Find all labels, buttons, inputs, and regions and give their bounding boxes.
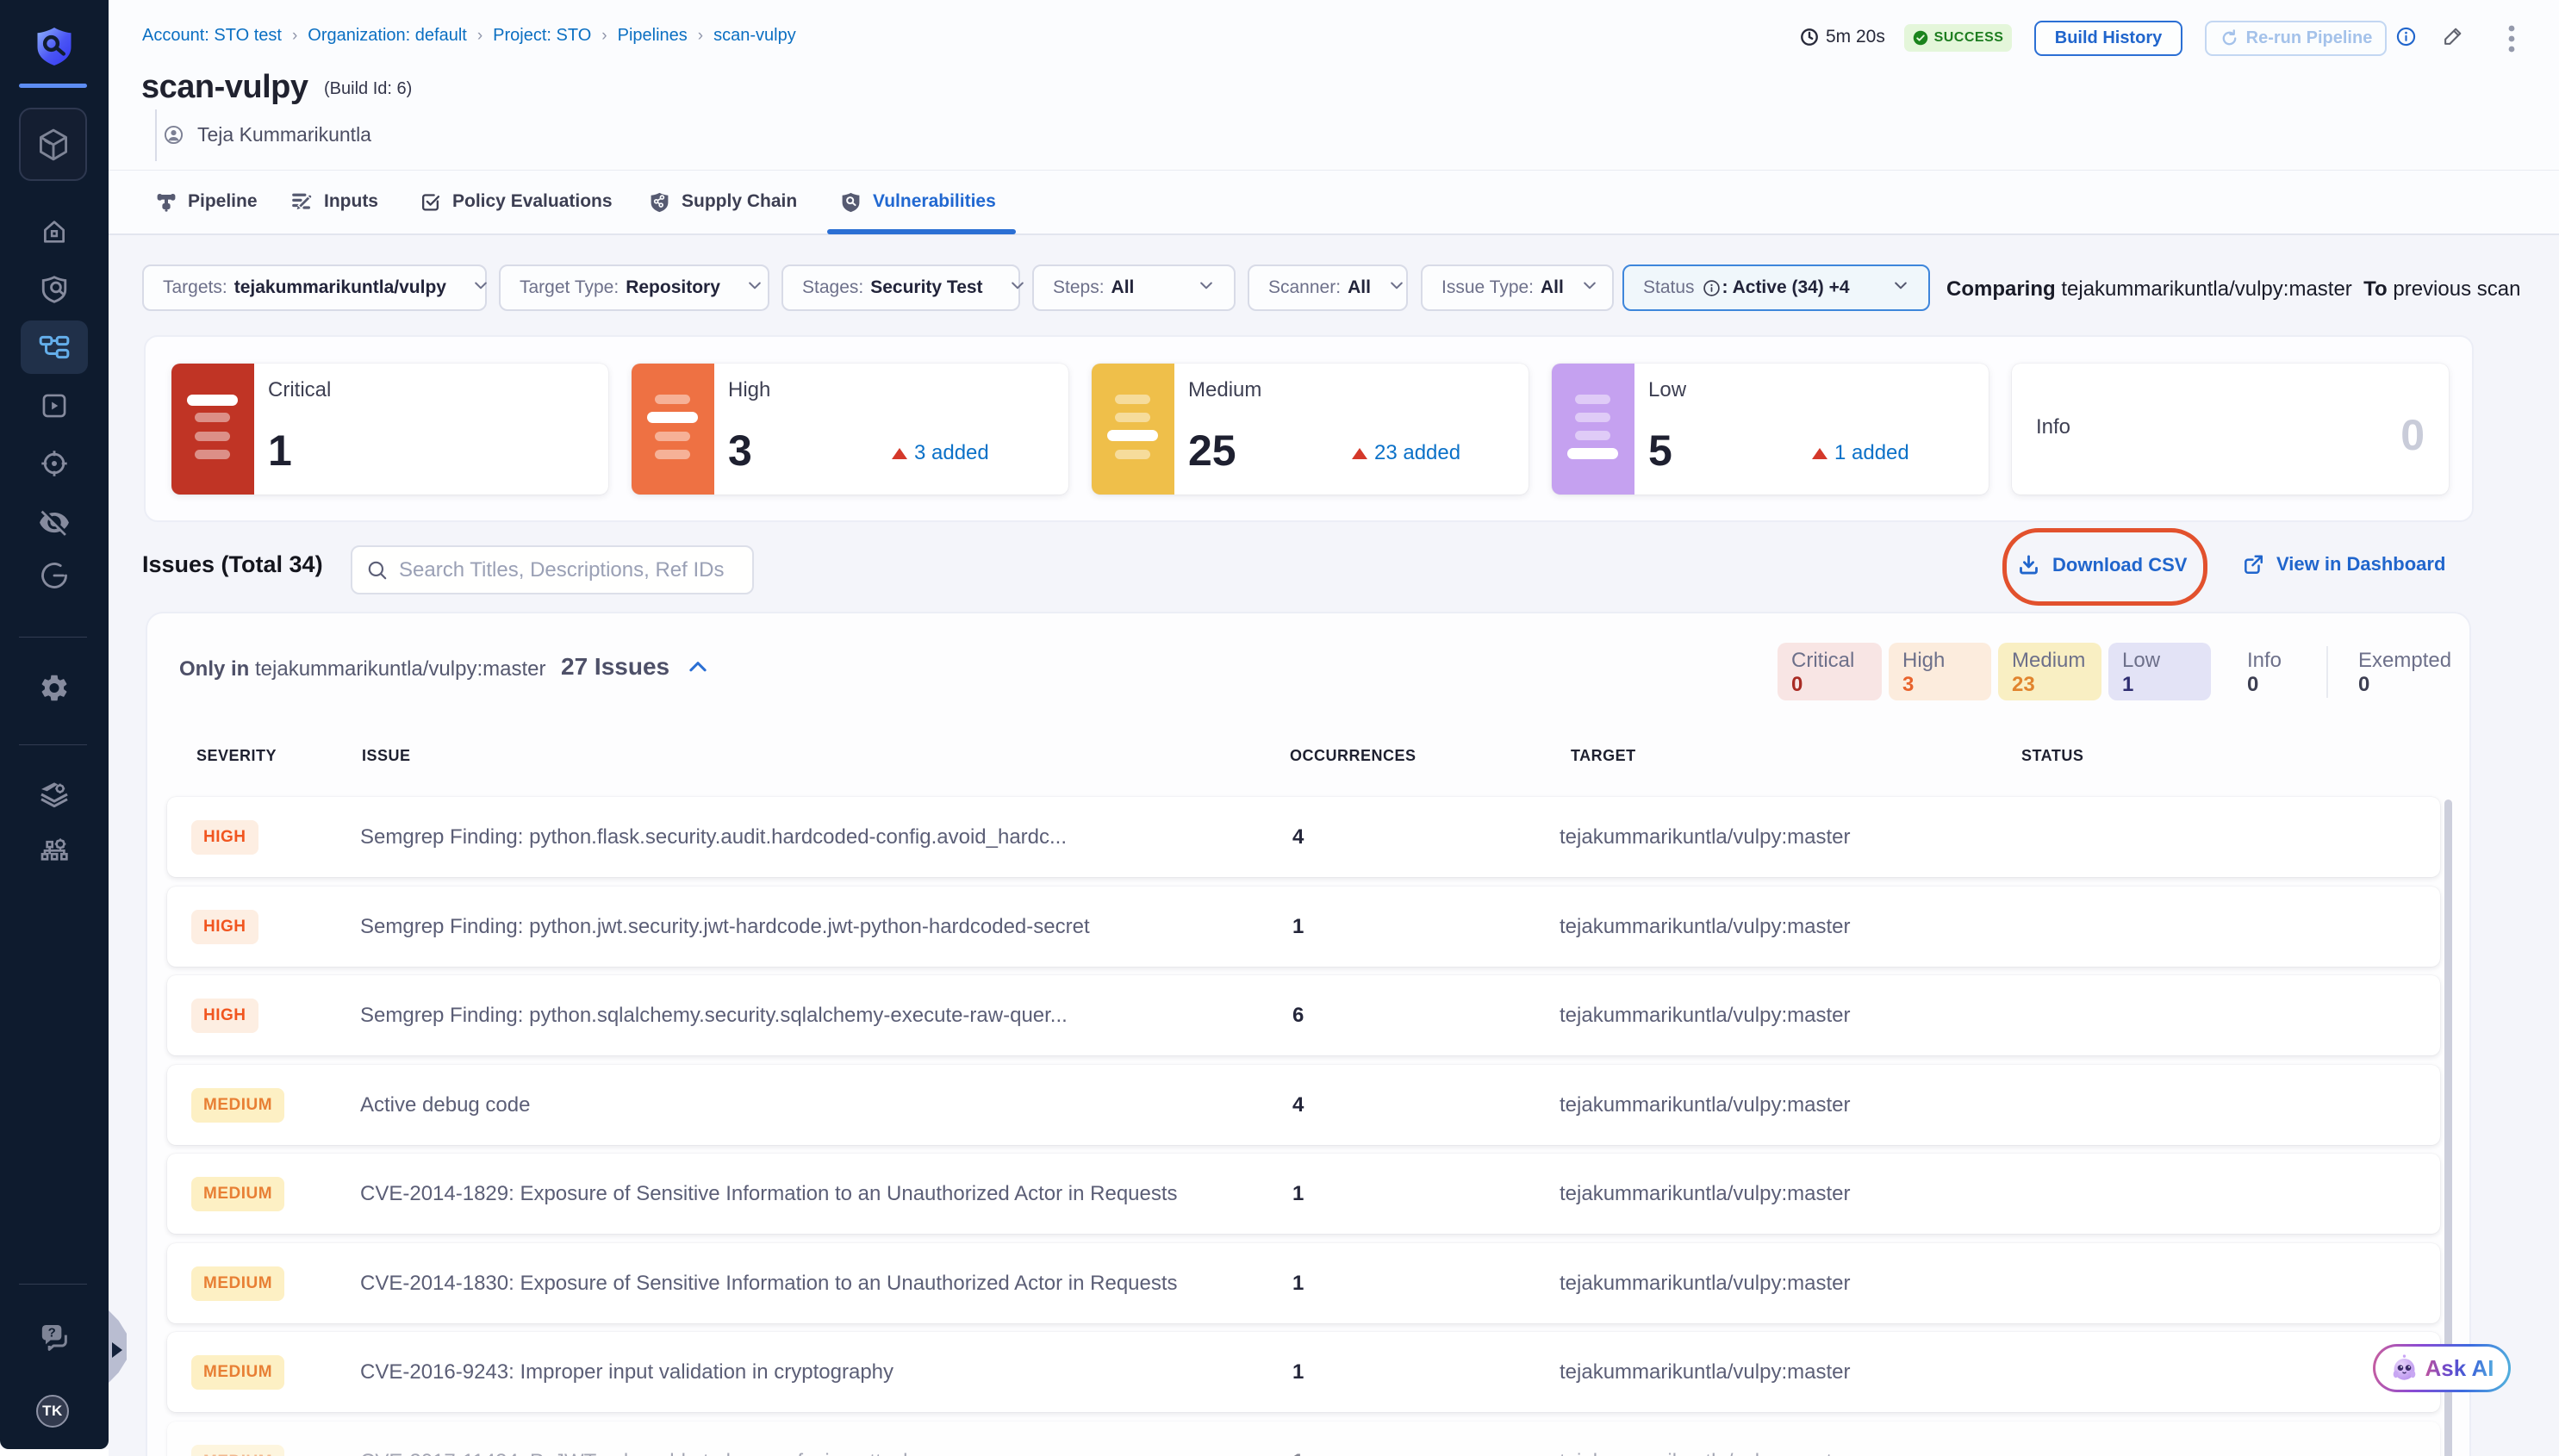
svg-text:?: ? [48,1326,56,1341]
